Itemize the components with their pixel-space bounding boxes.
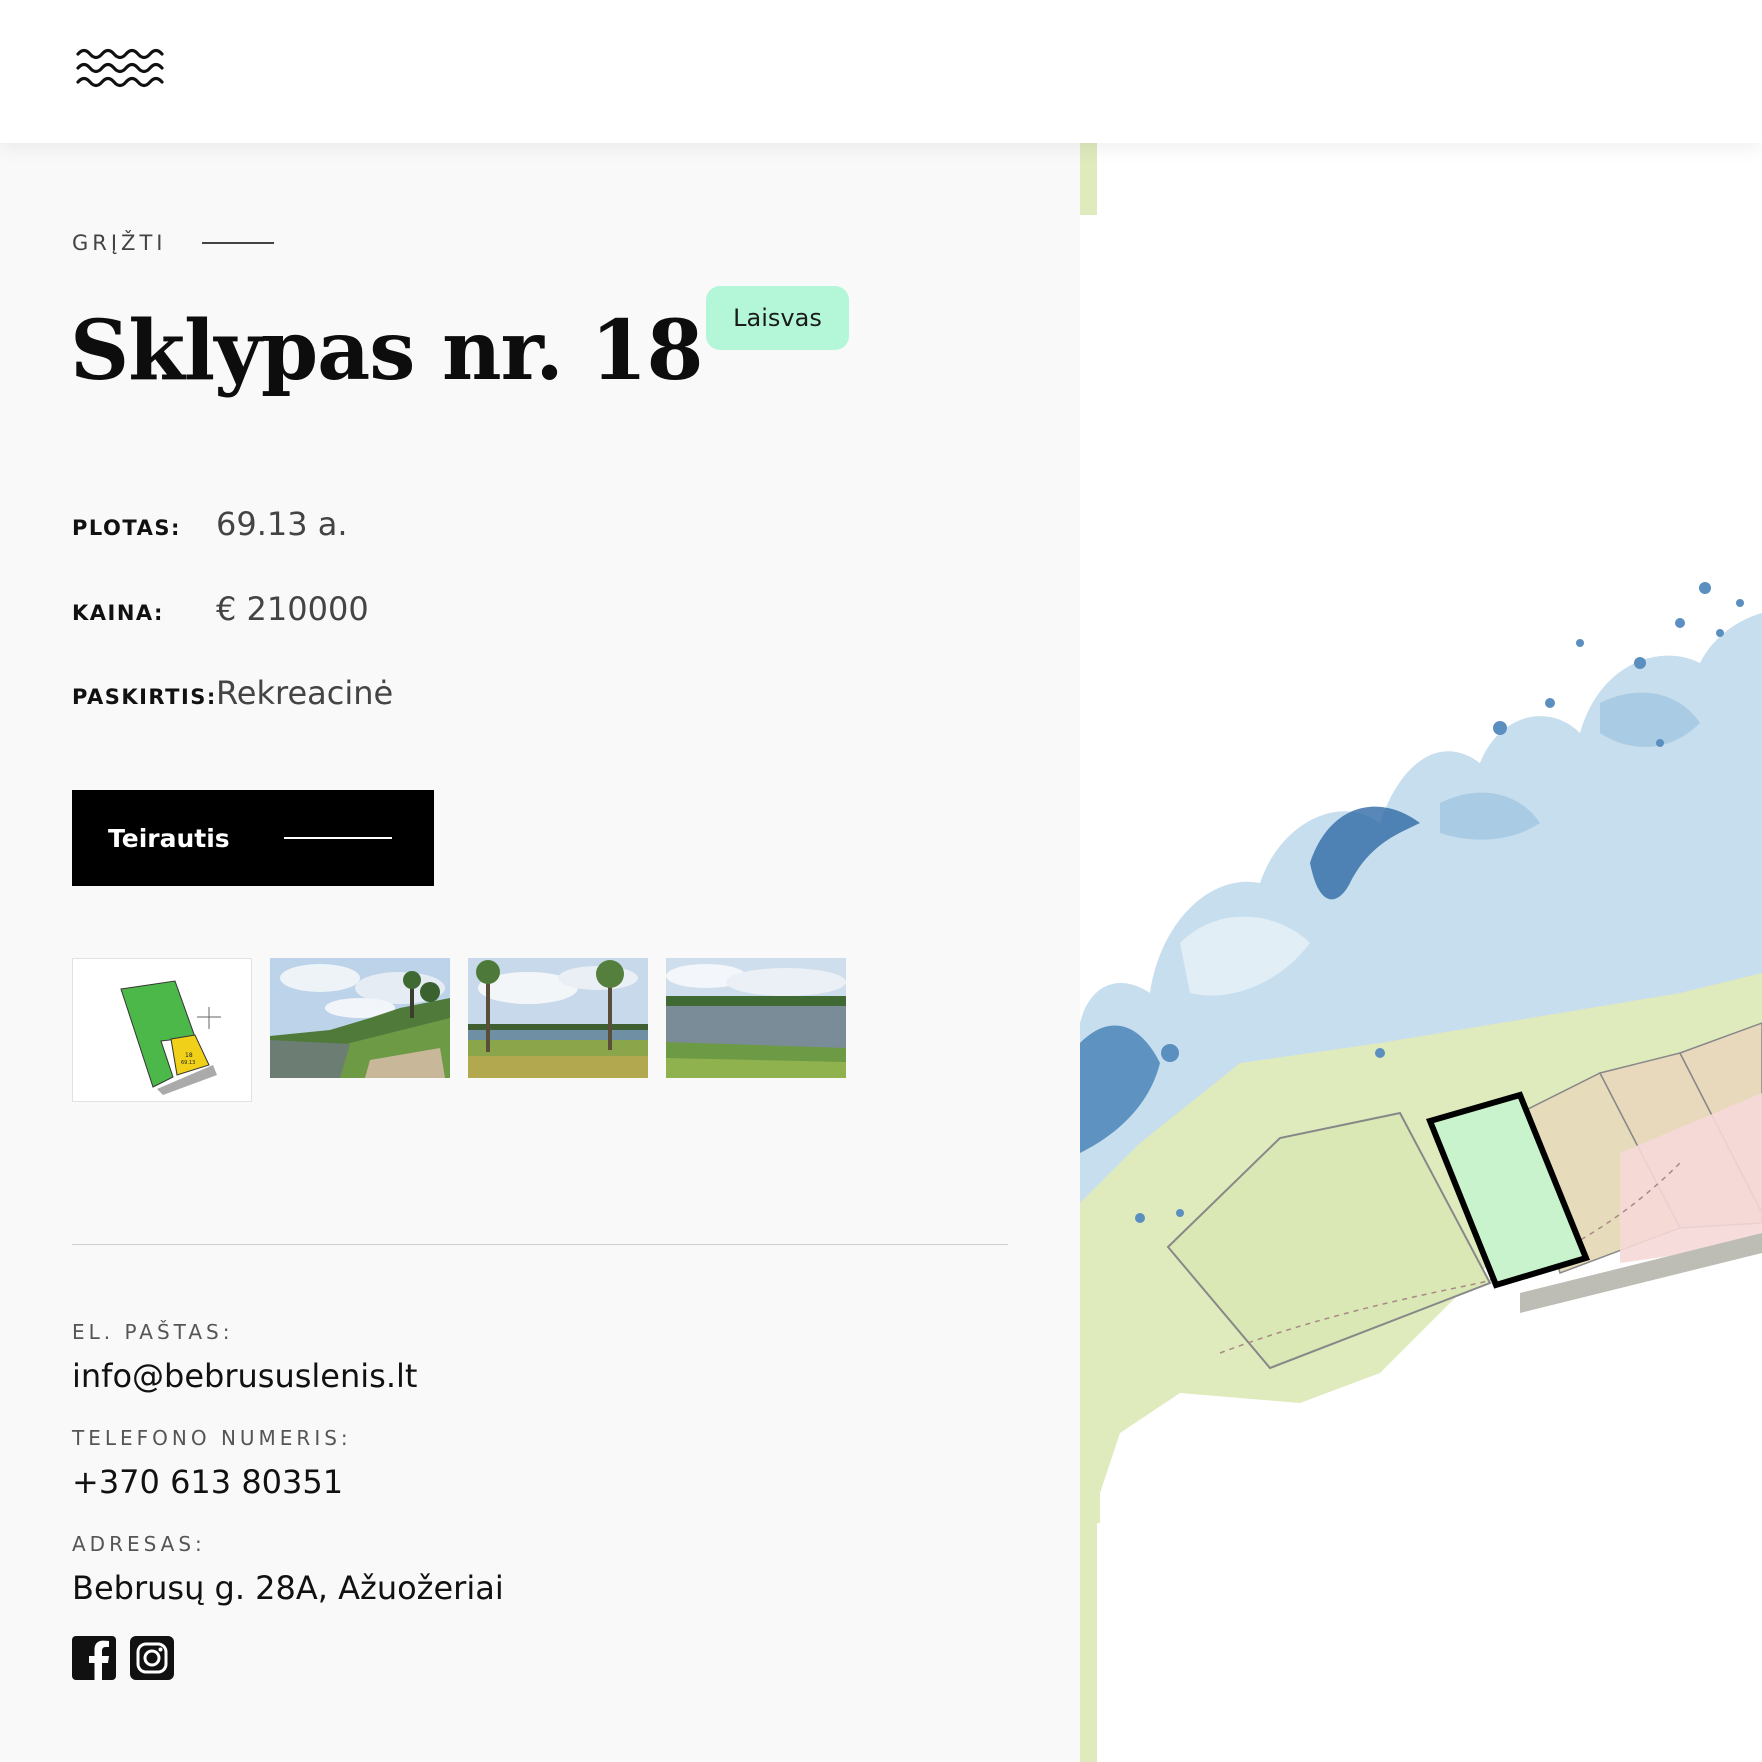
plot-map[interactable] [1080, 143, 1762, 1762]
inquire-button[interactable]: Teirautis [72, 790, 434, 886]
spec-row-area: PLOTAS: 69.13 a. [72, 505, 348, 543]
email-link[interactable]: info@bebrususlenis.lt [72, 1357, 417, 1395]
social-links [72, 1636, 188, 1680]
site-header [0, 0, 1762, 143]
gallery-thumb-photo[interactable] [666, 958, 846, 1078]
email-label: EL. PAŠTAS: [72, 1320, 234, 1344]
plot-info-panel: GRĮŽTI Sklypas nr. 18 Laisvas PLOTAS: 69… [0, 143, 1080, 1762]
spec-label: PASKIRTIS: [72, 685, 217, 709]
address-value: Bebrusų g. 28A, Ažuožeriai [72, 1569, 504, 1607]
gallery-thumb-photo[interactable] [468, 958, 648, 1078]
spec-label: PLOTAS: [72, 516, 181, 540]
spec-value: Rekreacinė [216, 674, 394, 712]
gallery: 18 69.13 [72, 958, 864, 1102]
spec-value: 69.13 a. [216, 505, 348, 543]
inquire-label: Teirautis [108, 823, 230, 853]
map-left-strip [1080, 143, 1097, 215]
spec-row-price: KAINA: € 210000 [72, 590, 369, 628]
divider [72, 1244, 1008, 1245]
instagram-link[interactable] [130, 1636, 174, 1680]
spec-value: € 210000 [216, 590, 369, 628]
spec-row-purpose: PASKIRTIS: Rekreacinė [72, 674, 393, 712]
spec-label: KAINA: [72, 601, 164, 625]
svg-text:69.13: 69.13 [181, 1060, 195, 1066]
facebook-link[interactable] [72, 1636, 116, 1680]
svg-text:18: 18 [185, 1052, 193, 1059]
map-left-strip [1080, 1522, 1097, 1762]
waves-logo-icon [76, 48, 164, 88]
gallery-thumb-photo[interactable] [270, 958, 450, 1078]
map-canvas [1080, 582, 1762, 1523]
inquire-line [283, 837, 392, 839]
gallery-thumb-plan[interactable]: 18 69.13 [72, 958, 252, 1102]
page-title: Sklypas nr. 18 [70, 303, 704, 399]
instagram-icon [130, 1636, 174, 1680]
address-label: ADRESAS: [72, 1532, 206, 1556]
back-link[interactable]: GRĮŽTI [72, 231, 275, 255]
back-line [202, 242, 275, 244]
facebook-icon [72, 1636, 116, 1680]
phone-link[interactable]: +370 613 80351 [72, 1463, 343, 1501]
phone-label: TELEFONO NUMERIS: [72, 1426, 352, 1450]
back-label: GRĮŽTI [72, 231, 167, 255]
status-badge: Laisvas [706, 286, 849, 350]
